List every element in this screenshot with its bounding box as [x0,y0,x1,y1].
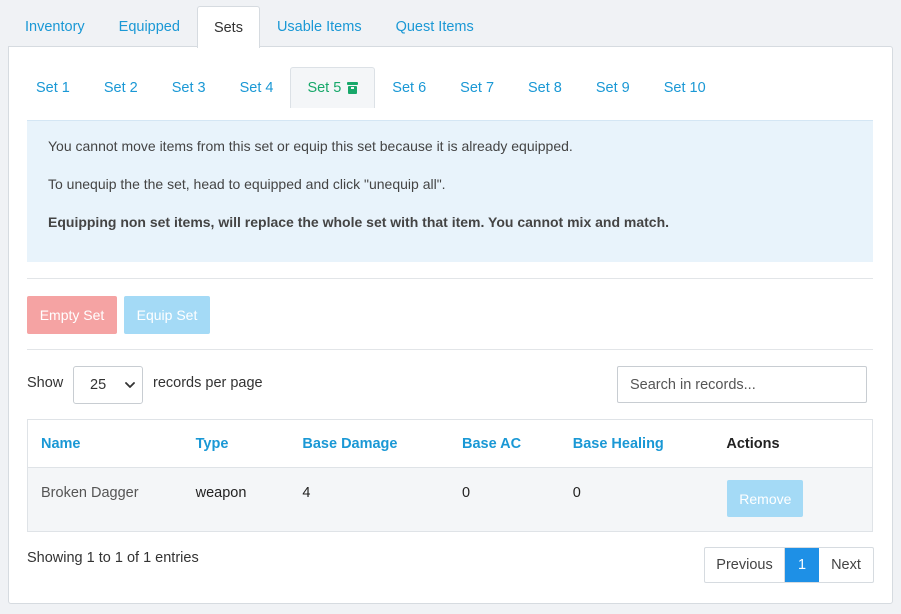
equip-set-button[interactable]: Equip Set [124,296,210,334]
top-tab-bar: Inventory Equipped Sets Usable Items Que… [8,6,491,48]
column-header-base-damage[interactable]: Base Damage [302,436,462,452]
tab-set-8[interactable]: Set 8 [511,67,579,108]
records-per-page-select[interactable]: 25 [73,366,143,404]
cell-actions: Remove [726,480,872,517]
per-page-value: 25 [90,377,107,393]
empty-set-button[interactable]: Empty Set [27,296,117,334]
tab-usable-items[interactable]: Usable Items [260,6,379,47]
tab-set-2[interactable]: Set 2 [87,67,155,108]
tab-equipped[interactable]: Equipped [102,6,197,47]
tab-label: Set 6 [392,80,427,96]
info-line-unequip: To unequip the the set, head to equipped… [48,176,446,192]
column-header-actions: Actions [726,435,780,452]
info-alert: You cannot move items from this set or e… [27,120,873,262]
tab-label: Set 10 [663,80,706,96]
tab-label: Set 2 [103,80,138,96]
show-label: Show [27,375,64,391]
tab-set-1[interactable]: Set 1 [19,67,87,108]
search-input[interactable] [617,366,867,403]
records-per-page-label: records per page [153,375,263,391]
tab-set-7[interactable]: Set 7 [443,67,511,108]
tab-label: Set 8 [528,80,562,96]
tab-label: Set 1 [36,80,70,96]
page-1-button[interactable]: 1 [785,548,819,582]
tab-set-9[interactable]: Set 9 [579,67,647,108]
divider [27,349,873,350]
info-line-equipped: You cannot move items from this set or e… [48,138,573,154]
divider [27,278,873,279]
tab-label: Set 5 [307,80,342,96]
remove-button[interactable]: Remove [727,480,804,517]
set-tab-bar: Set 1 Set 2 Set 3 Set 4 Set 5 Set 6 Set … [19,67,723,108]
table-header: Name Type Base Damage Base AC Base Heali… [28,420,872,468]
table-row: Broken Dagger weapon 4 0 0 Remove [28,468,872,531]
tab-label: Set 9 [595,80,630,96]
next-page-button[interactable]: Next [819,548,873,582]
tab-label: Set 7 [460,80,495,96]
equipped-icon [347,82,359,94]
cell-name: Broken Dagger [41,485,139,501]
pagination: Previous 1 Next [704,547,874,583]
cell-type: weapon [195,485,247,501]
tab-quest-items[interactable]: Quest Items [379,6,491,47]
set-items-table: Name Type Base Damage Base AC Base Heali… [27,419,873,532]
tab-set-10[interactable]: Set 10 [647,67,723,108]
tab-set-6[interactable]: Set 6 [375,67,443,108]
cell-base-damage: 4 [302,485,311,501]
cell-base-healing: 0 [572,485,581,501]
tab-set-4[interactable]: Set 4 [223,67,291,108]
column-header-type[interactable]: Type [196,436,303,452]
entries-summary: Showing 1 to 1 of 1 entries [27,550,199,566]
cell-base-ac: 0 [461,485,471,501]
tab-label: Set 4 [239,80,274,96]
tab-label: Set 3 [171,80,206,96]
column-header-name[interactable]: Name [28,436,196,452]
tab-inventory[interactable]: Inventory [8,6,102,47]
previous-page-button[interactable]: Previous [705,548,785,582]
column-header-base-healing[interactable]: Base Healing [573,436,727,452]
tab-set-5[interactable]: Set 5 [290,67,376,108]
tab-set-3[interactable]: Set 3 [155,67,223,108]
tab-sets[interactable]: Sets [196,6,260,48]
chevron-down-icon [125,382,135,388]
sets-panel: Set 1 Set 2 Set 3 Set 4 Set 5 Set 6 Set … [8,46,893,604]
info-line-warning: Equipping non set items, will replace th… [48,214,670,230]
column-header-base-ac[interactable]: Base AC [462,436,573,452]
